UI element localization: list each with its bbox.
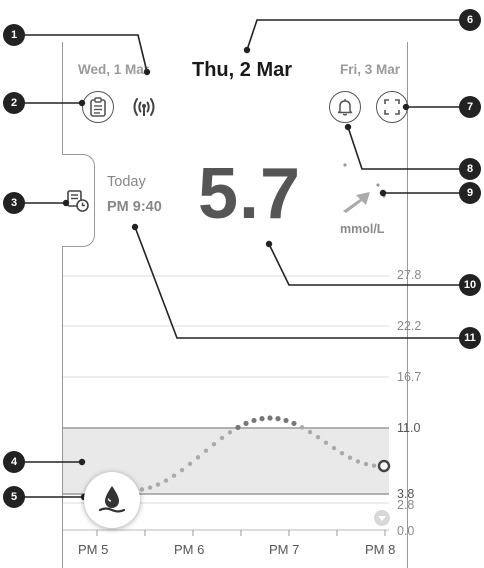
trace-point: [347, 455, 353, 460]
trace-point: [283, 417, 289, 424]
trace-point: [315, 435, 321, 440]
glucose-chart: [22, 19, 466, 536]
trend-arrow-icon: [343, 163, 386, 213]
trace-point: [339, 451, 345, 456]
callout-badge: 1: [3, 24, 25, 46]
trace-point: [259, 416, 265, 422]
x-tick-label: PM 5: [78, 542, 109, 557]
trace-point: [235, 424, 241, 430]
y-tick-label: 0.0: [397, 524, 415, 538]
callout-badge: 2: [3, 92, 25, 114]
trace-point: [299, 425, 305, 430]
callout-badge: 10: [459, 274, 481, 296]
current-reading-marker: [377, 459, 391, 473]
y-tick-label: 27.8: [397, 268, 422, 282]
trace-point: [195, 455, 201, 460]
trace-point: [251, 417, 257, 424]
y-tick-label: 11.0: [397, 421, 421, 435]
callout-badge: 5: [3, 486, 25, 508]
trace-point: [275, 416, 281, 422]
trace-point: [291, 420, 297, 427]
trace-point: [371, 463, 377, 468]
callout-badge: 3: [3, 192, 25, 214]
y-tick-label: 2.8: [397, 498, 415, 512]
trace-point: [267, 415, 273, 421]
trace-point: [171, 473, 177, 478]
x-tick-label: PM 6: [174, 542, 205, 557]
trace-point: [219, 435, 225, 441]
x-tick-label: PM 8: [365, 542, 396, 557]
trace-point: [243, 420, 249, 426]
callout-badge: 9: [459, 182, 481, 204]
trace-point: [203, 448, 209, 453]
trace-point: [323, 440, 329, 445]
trace-point: [363, 461, 369, 467]
callout-badge: 4: [3, 451, 25, 473]
trace-point: [331, 445, 337, 451]
trace-point: [307, 429, 313, 435]
y-tick-label: 22.2: [397, 319, 422, 333]
blood-drop-icon: [98, 486, 126, 513]
trace-point: [211, 441, 217, 447]
trace-point: [227, 430, 233, 435]
trace-point: [155, 482, 161, 487]
y-tick-label: 16.7: [397, 370, 422, 384]
blood-glucose-entry-button[interactable]: [84, 472, 140, 528]
trace-point: [179, 467, 185, 473]
trace-point: [187, 461, 193, 467]
trace-point: [139, 487, 145, 492]
callout-badge: 11: [459, 327, 481, 349]
callout-badge: 6: [459, 9, 481, 31]
callout-badge: 8: [459, 158, 481, 180]
trace-point: [147, 485, 153, 490]
callout-badge: 7: [459, 96, 481, 118]
trace-point: [355, 459, 361, 464]
trace-point: [163, 478, 169, 483]
x-tick-label: PM 7: [269, 542, 300, 557]
